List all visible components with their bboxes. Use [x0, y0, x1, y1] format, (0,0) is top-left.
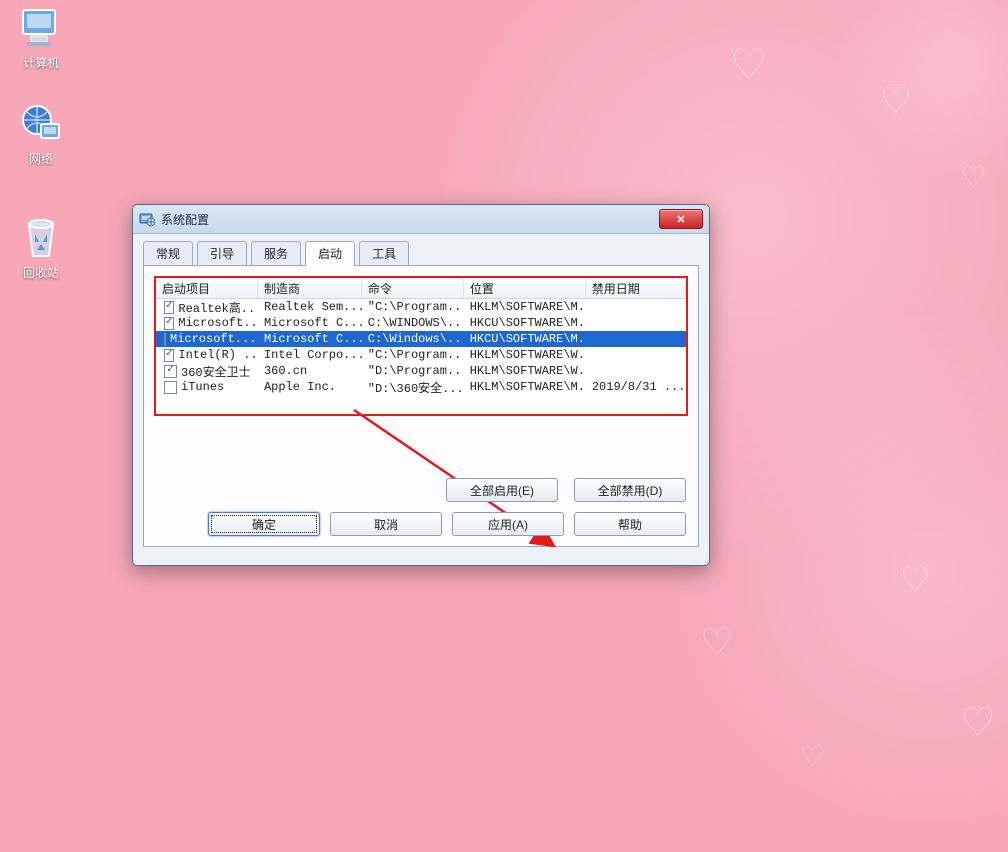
cell-disable-date: 2019/8/31 ... — [586, 380, 686, 394]
tab-general[interactable]: 常规 — [143, 241, 193, 266]
startup-list[interactable]: 启动项目 制造商 命令 位置 禁用日期 Realtek高...Realtek S… — [156, 278, 686, 395]
cell-manufacturer: Microsoft C... — [258, 316, 362, 330]
cell-item: Realtek高... — [178, 299, 258, 316]
tab-startup[interactable]: 启动 — [305, 241, 355, 266]
table-row[interactable]: iTunes Apple Inc."D:\360安全...HKLM\SOFTWAR… — [156, 379, 686, 395]
row-checkbox[interactable] — [164, 365, 177, 378]
annotation-red-box: 启动项目 制造商 命令 位置 禁用日期 Realtek高...Realtek S… — [154, 276, 688, 416]
msconfig-icon — [139, 211, 155, 227]
cell-location: HKLM\SOFTWARE\M... — [464, 380, 586, 394]
list-header: 启动项目 制造商 命令 位置 禁用日期 — [156, 278, 686, 299]
network-icon — [17, 100, 65, 148]
titlebar[interactable]: 系统配置 ✕ — [133, 205, 709, 234]
startup-panel: 启动项目 制造商 命令 位置 禁用日期 Realtek高...Realtek S… — [143, 265, 699, 547]
col-command[interactable]: 命令 — [362, 278, 464, 298]
cell-command: "D:\360安全... — [362, 379, 464, 396]
cell-item: Intel(R) ... — [178, 348, 258, 362]
ok-button[interactable]: 确定 — [208, 512, 320, 536]
table-row[interactable]: Microsoft...Microsoft C...C:\Windows\...… — [156, 331, 686, 347]
desktop-icon-label: 网络 — [6, 150, 76, 167]
cell-command: "C:\Program... — [362, 348, 464, 362]
cell-item: Microsoft... — [178, 316, 258, 330]
col-manufacturer[interactable]: 制造商 — [258, 278, 362, 298]
system-config-dialog: 系统配置 ✕ 常规 引导 服务 启动 工具 启动项目 制造商 命令 — [132, 204, 710, 566]
tab-strip: 常规 引导 服务 启动 工具 — [143, 240, 699, 265]
row-checkbox[interactable] — [164, 317, 174, 330]
cell-command: C:\Windows\... — [362, 332, 464, 346]
table-row[interactable]: Microsoft...Microsoft C...C:\WINDOWS\...… — [156, 315, 686, 331]
desktop-icon-computer[interactable]: 计算机 — [6, 4, 76, 71]
cell-command: C:\WINDOWS\... — [362, 316, 464, 330]
cell-command: "C:\Program... — [362, 300, 464, 314]
disable-all-button[interactable]: 全部禁用(D) — [574, 478, 686, 502]
col-location[interactable]: 位置 — [464, 278, 586, 298]
cell-item: iTunes — [181, 380, 224, 394]
cell-manufacturer: Apple Inc. — [258, 380, 362, 394]
cell-manufacturer: Realtek Sem... — [258, 300, 362, 314]
table-row[interactable]: Realtek高...Realtek Sem..."C:\Program...H… — [156, 299, 686, 315]
cell-location: HKLM\SOFTWARE\W... — [464, 348, 586, 362]
desktop-icon-recycle-bin[interactable]: 回收站 — [6, 214, 76, 281]
cell-location: HKCU\SOFTWARE\M... — [464, 316, 586, 330]
apply-button[interactable]: 应用(A) — [452, 512, 564, 536]
cell-manufacturer: Microsoft C... — [258, 332, 362, 346]
desktop-icon-label: 计算机 — [6, 54, 76, 71]
desktop: ♡♡♡ ♡♡♡♡ 计算机 网络 回收站 系统配置 ✕ — [0, 0, 1008, 852]
col-item[interactable]: 启动项目 — [156, 278, 258, 298]
cell-location: HKCU\SOFTWARE\M... — [464, 332, 586, 346]
cell-location: HKLM\SOFTWARE\M... — [464, 300, 586, 314]
desktop-icon-network[interactable]: 网络 — [6, 100, 76, 167]
table-row[interactable]: 360安全卫士 360.cn"D:\Program...HKLM\SOFTWARE… — [156, 363, 686, 379]
cell-manufacturer: Intel Corpo... — [258, 348, 362, 362]
desktop-icon-label: 回收站 — [6, 264, 76, 281]
cell-item: 360安全卫士 — [181, 363, 251, 380]
enable-all-button[interactable]: 全部启用(E) — [446, 478, 558, 502]
table-row[interactable]: Intel(R) ...Intel Corpo..."C:\Program...… — [156, 347, 686, 363]
help-button[interactable]: 帮助 — [574, 512, 686, 536]
tab-boot[interactable]: 引导 — [197, 241, 247, 266]
tab-services[interactable]: 服务 — [251, 241, 301, 266]
row-checkbox[interactable] — [164, 301, 174, 314]
row-checkbox[interactable] — [164, 333, 166, 346]
dialog-title: 系统配置 — [161, 211, 209, 228]
col-disable-date[interactable]: 禁用日期 — [586, 278, 686, 298]
close-icon: ✕ — [676, 213, 685, 226]
cell-command: "D:\Program... — [362, 364, 464, 378]
row-checkbox[interactable] — [164, 381, 177, 394]
recycle-bin-icon — [17, 214, 65, 262]
cell-location: HKLM\SOFTWARE\W... — [464, 364, 586, 378]
computer-icon — [17, 4, 65, 52]
close-button[interactable]: ✕ — [659, 209, 703, 229]
cell-item: Microsoft... — [170, 332, 256, 346]
row-checkbox[interactable] — [164, 349, 174, 362]
cancel-button[interactable]: 取消 — [330, 512, 442, 536]
cell-manufacturer: 360.cn — [258, 364, 362, 378]
tab-tools[interactable]: 工具 — [359, 241, 409, 266]
